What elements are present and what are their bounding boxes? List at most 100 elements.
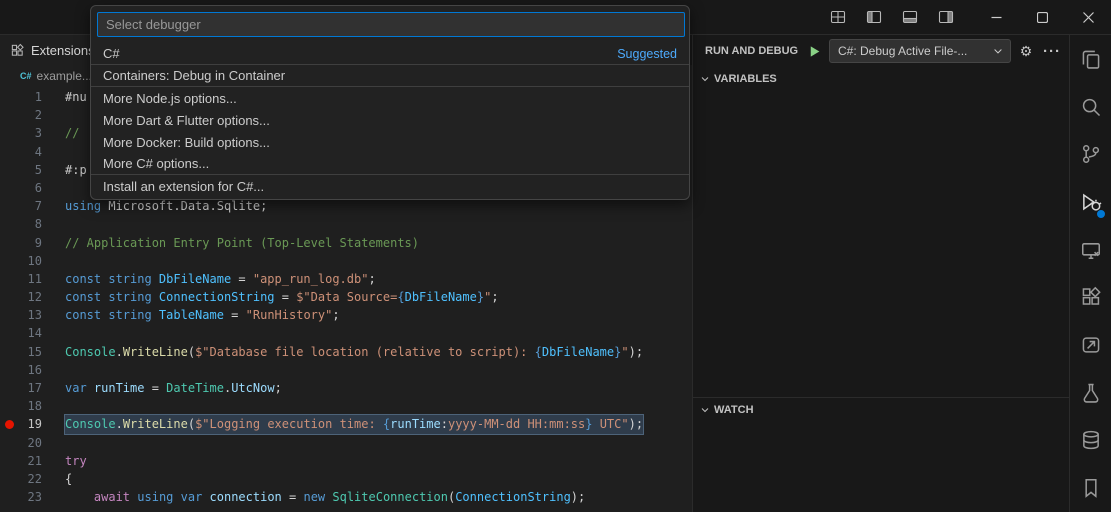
line-number: 16 bbox=[27, 362, 42, 377]
breakpoint-gutter[interactable] bbox=[0, 270, 20, 288]
layout-controls bbox=[825, 5, 959, 29]
code-line[interactable]: 18 bbox=[0, 397, 692, 415]
breakpoint-gutter[interactable] bbox=[0, 488, 20, 506]
line-number: 22 bbox=[27, 471, 42, 486]
bookmark-icon[interactable] bbox=[1070, 464, 1111, 512]
quick-pick-item[interactable]: C# Suggested bbox=[91, 43, 689, 65]
toggle-panel-bottom-icon[interactable] bbox=[897, 5, 923, 29]
breakpoint-gutter[interactable] bbox=[0, 306, 20, 324]
breakpoint-gutter[interactable] bbox=[0, 124, 20, 142]
vscode-window: Extensions C# example... 1 #nu 2 3// 4 5 #:p 6… bbox=[0, 0, 1111, 512]
toggle-sidebar-left-icon[interactable] bbox=[861, 5, 887, 29]
code-line[interactable]: 11 const string DbFileName = "app_run_log… bbox=[0, 270, 692, 288]
maximize-button[interactable] bbox=[1019, 0, 1065, 35]
line-number: 4 bbox=[34, 144, 42, 159]
copy-pages-icon[interactable] bbox=[1070, 35, 1111, 83]
breakpoint-gutter[interactable] bbox=[0, 179, 20, 197]
more-actions-icon[interactable]: ··· bbox=[1041, 40, 1063, 62]
suggested-badge: Suggested bbox=[617, 46, 677, 61]
code-line[interactable]: 20 bbox=[0, 434, 692, 452]
code-line[interactable]: 23 await using var connection = new Sqli… bbox=[0, 488, 692, 506]
line-number: 7 bbox=[34, 199, 42, 214]
variables-section-header[interactable]: VARIABLES bbox=[693, 67, 1069, 91]
breakpoint-gutter[interactable] bbox=[0, 88, 20, 106]
remote-window-icon[interactable] bbox=[1070, 226, 1111, 274]
breakpoint-gutter[interactable] bbox=[0, 288, 20, 306]
quick-pick: C# Suggested Containers: Debug in Containe… bbox=[90, 5, 690, 200]
breakpoint-gutter[interactable] bbox=[0, 197, 20, 215]
code-text: { bbox=[65, 471, 73, 486]
code-line[interactable]: 14 bbox=[0, 324, 692, 342]
line-number: 11 bbox=[27, 271, 42, 286]
quick-pick-item-label: C# bbox=[103, 46, 120, 61]
minimize-button[interactable] bbox=[973, 0, 1019, 35]
breakpoint-gutter[interactable] bbox=[0, 106, 20, 124]
watch-section-header[interactable]: WATCH bbox=[693, 397, 1069, 421]
csharp-file-icon: C# bbox=[20, 70, 32, 81]
quick-pick-item[interactable]: More Docker: Build options... bbox=[91, 131, 689, 153]
breakpoint-gutter[interactable] bbox=[0, 252, 20, 270]
extensions-icon[interactable] bbox=[1070, 274, 1111, 322]
code-line[interactable]: 12 const string ConnectionString = $"Data… bbox=[0, 288, 692, 306]
code-text: Console.WriteLine($"Logging execution ti… bbox=[63, 414, 645, 435]
variables-label: VARIABLES bbox=[714, 73, 777, 85]
chevron-down-icon bbox=[701, 77, 709, 82]
customize-layout-icon[interactable] bbox=[825, 5, 851, 29]
code-line[interactable]: 9 // Application Entry Point (Top-Level S… bbox=[0, 234, 692, 252]
gear-icon[interactable]: ⚙ bbox=[1015, 40, 1037, 62]
code-line[interactable]: 17 var runTime = DateTime.UtcNow; bbox=[0, 379, 692, 397]
code-line[interactable]: 21 try bbox=[0, 452, 692, 470]
code-line[interactable]: 15 Console.WriteLine($"Database file loca… bbox=[0, 343, 692, 361]
breakpoint-gutter[interactable] bbox=[0, 434, 20, 452]
test-beaker-icon[interactable] bbox=[1070, 369, 1111, 417]
variables-body bbox=[693, 91, 1069, 397]
quick-pick-item-label: Install an extension for C#... bbox=[103, 178, 265, 194]
breakpoint-gutter[interactable] bbox=[0, 452, 20, 470]
quick-pick-input[interactable] bbox=[97, 12, 685, 37]
line-number: 19 bbox=[27, 417, 42, 432]
code-text: // bbox=[65, 126, 87, 141]
breakpoint-gutter[interactable] bbox=[0, 324, 20, 342]
breakpoint-gutter[interactable] bbox=[0, 215, 20, 233]
run-and-debug-icon[interactable] bbox=[1070, 178, 1111, 226]
share-icon[interactable] bbox=[1070, 321, 1111, 369]
quick-pick-item[interactable]: More Dart & Flutter options... bbox=[91, 109, 689, 131]
line-number: 20 bbox=[27, 435, 42, 450]
code-line[interactable]: 22 { bbox=[0, 470, 692, 488]
code-line[interactable]: 16 bbox=[0, 361, 692, 379]
quick-pick-item[interactable]: Containers: Debug in Container bbox=[91, 65, 689, 87]
panel-title: RUN AND DEBUG bbox=[705, 45, 799, 57]
quick-pick-item[interactable]: More Node.js options... bbox=[91, 87, 689, 109]
line-number: 5 bbox=[34, 162, 42, 177]
close-button[interactable] bbox=[1065, 0, 1111, 35]
breakpoint-gutter[interactable] bbox=[0, 379, 20, 397]
breakpoint-dot[interactable] bbox=[0, 415, 20, 433]
toggle-sidebar-right-icon[interactable] bbox=[933, 5, 959, 29]
code-line[interactable]: 10 bbox=[0, 252, 692, 270]
breakpoint-gutter[interactable] bbox=[0, 234, 20, 252]
line-number: 23 bbox=[27, 490, 42, 505]
search-icon[interactable] bbox=[1070, 83, 1111, 131]
code-line[interactable]: 8 bbox=[0, 215, 692, 233]
chevron-down-icon bbox=[701, 407, 709, 412]
breakpoint-gutter[interactable] bbox=[0, 161, 20, 179]
code-text: const string TableName = "RunHistory"; bbox=[65, 308, 340, 323]
chevron-down-icon bbox=[994, 49, 1002, 54]
quick-pick-item-label: More Docker: Build options... bbox=[103, 134, 270, 150]
breakpoint-gutter[interactable] bbox=[0, 397, 20, 415]
debug-start-icon[interactable] bbox=[803, 40, 825, 62]
breakpoint-gutter[interactable] bbox=[0, 343, 20, 361]
debug-config-label: C#: Debug Active File-... bbox=[838, 44, 968, 58]
breakpoint-gutter[interactable] bbox=[0, 470, 20, 488]
run-and-debug-panel: RUN AND DEBUG C#: Debug Active File-... … bbox=[692, 35, 1069, 512]
source-control-icon[interactable] bbox=[1070, 130, 1111, 178]
debug-config-select[interactable]: C#: Debug Active File-... bbox=[829, 39, 1011, 63]
breakpoint-gutter[interactable] bbox=[0, 361, 20, 379]
breakpoint-gutter[interactable] bbox=[0, 143, 20, 161]
code-line[interactable]: 19 Console.WriteLine($"Logging execution … bbox=[0, 414, 692, 435]
code-line[interactable]: 13 const string TableName = "RunHistory"; bbox=[0, 306, 692, 324]
quick-pick-item[interactable]: Install an extension for C#... bbox=[91, 175, 689, 197]
database-icon[interactable] bbox=[1070, 417, 1111, 465]
quick-pick-item[interactable]: More C# options... bbox=[91, 153, 689, 175]
watch-label: WATCH bbox=[714, 403, 754, 416]
